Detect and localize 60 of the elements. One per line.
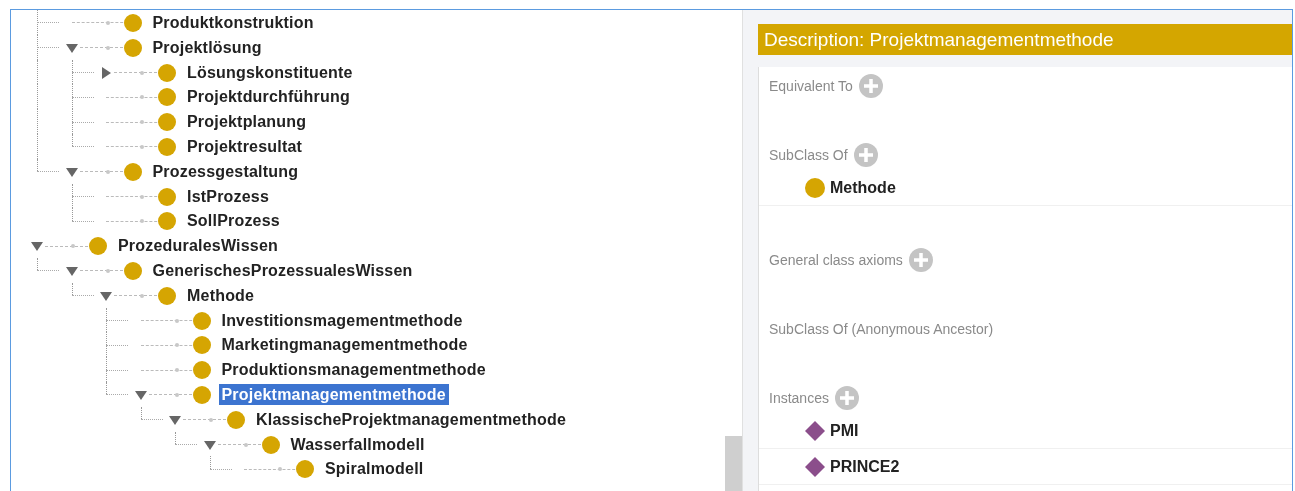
class-dot-icon — [123, 14, 142, 32]
section-label: SubClass Of — [769, 147, 848, 163]
individual-diamond-icon — [804, 419, 826, 442]
expanded-arrow-icon[interactable] — [100, 289, 112, 302]
class-dot-icon — [123, 38, 142, 57]
expanded-arrow-icon[interactable] — [65, 264, 78, 277]
class-dot-icon — [158, 212, 176, 231]
tree-item[interactable]: Investitionsmagementmethode — [218, 309, 466, 331]
tree-item[interactable]: Projektlösung — [149, 36, 265, 58]
tree-item[interactable]: Spiralmodell — [322, 458, 427, 480]
section-label: General class axioms — [769, 252, 903, 268]
tree-item[interactable]: Produktkonstruktion — [149, 12, 317, 33]
tree-item[interactable]: Projektresultat — [184, 136, 306, 157]
axiom-item[interactable]: Methode — [830, 178, 896, 197]
class-dot-icon — [89, 237, 107, 256]
tree-item[interactable]: Methode — [184, 284, 258, 306]
axiom-item[interactable]: PMI — [830, 421, 859, 440]
expanded-arrow-icon[interactable] — [65, 165, 78, 178]
description-header: Description: Projektmanagementmethode — [758, 24, 1292, 55]
class-dot-icon — [123, 162, 142, 181]
tree-item[interactable]: Lösungskonstituente — [184, 61, 356, 83]
expanded-arrow-icon[interactable] — [203, 438, 216, 451]
tree-item[interactable]: Marketingmanagementmethode — [218, 334, 471, 356]
class-dot-icon — [192, 361, 211, 380]
class-dot-icon — [261, 435, 280, 454]
class-dot-icon — [192, 385, 211, 404]
class-dot-icon — [158, 88, 176, 107]
class-dot-icon — [192, 311, 211, 330]
section-label: Instances — [769, 390, 829, 406]
tree-item[interactable]: Projektplanung — [184, 111, 310, 133]
individual-diamond-icon — [804, 455, 826, 478]
section-label: Equivalent To — [769, 78, 853, 94]
class-dot-icon — [158, 113, 176, 132]
tree-item[interactable]: IstProzess — [184, 185, 273, 207]
class-dot-icon — [123, 261, 142, 280]
scrollbar-thumb[interactable] — [725, 436, 742, 491]
expanded-arrow-icon[interactable] — [134, 388, 147, 401]
class-dot-icon — [296, 460, 314, 479]
tree-item[interactable]: ProzeduralesWissen — [115, 235, 281, 257]
tree-item[interactable]: Projektdurchführung — [184, 86, 353, 108]
expanded-arrow-icon[interactable] — [169, 413, 181, 426]
section-label: SubClass Of (Anonymous Ancestor) — [769, 321, 994, 337]
collapsed-arrow-icon[interactable] — [100, 66, 112, 79]
tree-item[interactable]: SollProzess — [184, 210, 283, 232]
class-dot-icon — [158, 63, 176, 82]
class-dot-icon — [158, 138, 176, 156]
class-dot-icon — [227, 410, 245, 429]
class-dot-icon — [158, 187, 176, 206]
tree-item[interactable]: Prozessgestaltung — [149, 160, 302, 182]
class-dot-icon — [804, 176, 826, 199]
expanded-arrow-icon[interactable] — [65, 41, 78, 54]
tree-item[interactable]: Wasserfallmodell — [287, 433, 428, 455]
axiom-item[interactable]: PRINCE2 — [830, 457, 900, 476]
class-dot-icon — [158, 286, 176, 305]
tree-item[interactable]: KlassischeProjektmanagementmethode — [253, 408, 570, 430]
tree-item[interactable]: Produktionsmanagementmethode — [218, 359, 489, 381]
expanded-arrow-icon[interactable] — [31, 240, 43, 253]
class-dot-icon — [192, 336, 211, 355]
tree-item[interactable]: Projektmanagementmethode — [218, 383, 449, 405]
tree-item[interactable]: GenerischesProzessualesWissen — [149, 259, 416, 281]
